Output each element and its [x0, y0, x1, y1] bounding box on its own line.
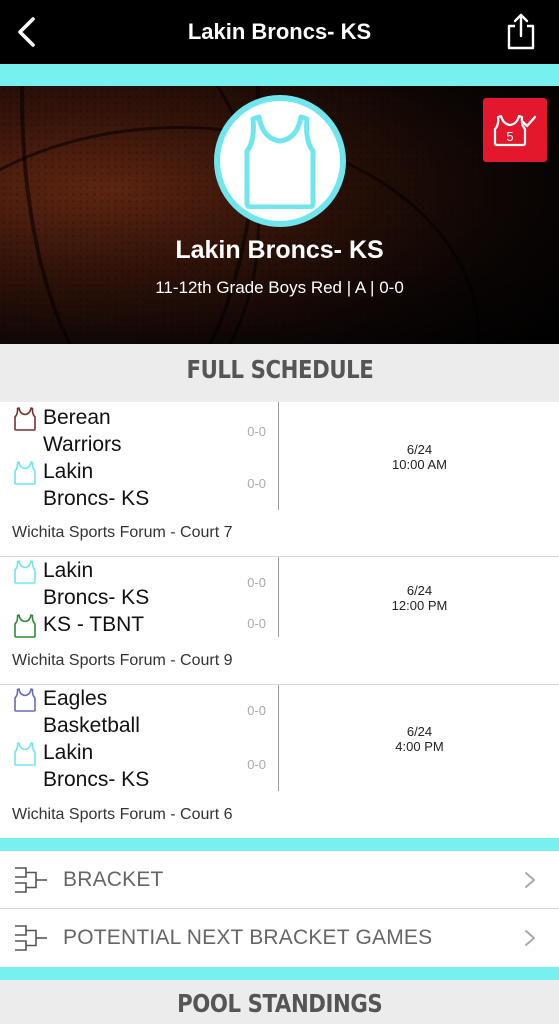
- game-date: 6/24: [406, 724, 433, 739]
- game-team-row[interactable]: Lakin Broncs- KS 0-0: [14, 739, 276, 795]
- divider: [278, 685, 279, 791]
- game-location: Wichita Sports Forum - Court 7: [12, 524, 233, 541]
- full-schedule-label: FULL SCHEDULE: [186, 355, 373, 384]
- game-team-row[interactable]: KS - TBNT 0-0: [14, 611, 276, 639]
- game-datetime: 6/24 4:00 PM: [280, 724, 559, 754]
- accent-strip: [0, 64, 559, 86]
- checkin-badge-button[interactable]: 5: [483, 98, 547, 162]
- jersey-icon: [14, 614, 36, 638]
- team-name: Lakin Broncs- KS: [175, 236, 384, 264]
- team-division: 11-12th Grade Boys Red | A | 0-0: [155, 278, 404, 297]
- team-score: 0-0: [247, 476, 266, 491]
- jersey-icon: [14, 407, 36, 431]
- team-name-text: Lakin Broncs- KS: [43, 460, 150, 510]
- chevron-right-icon: [525, 930, 535, 946]
- accent-strip: [0, 838, 559, 851]
- team-name-text: Lakin Broncs- KS: [43, 741, 150, 791]
- bracket-icon: [15, 867, 47, 893]
- game-card[interactable]: Berean Warriors 0-0 Lakin Broncs- KS 0-0…: [0, 402, 559, 557]
- game-time: 10:00 AM: [392, 457, 447, 472]
- team-score: 0-0: [247, 424, 266, 439]
- team-name-text: KS - TBNT: [43, 613, 145, 636]
- full-schedule-header: FULL SCHEDULE: [0, 344, 559, 402]
- chevron-right-icon: [525, 872, 535, 888]
- game-location: Wichita Sports Forum - Court 9: [12, 652, 233, 669]
- jersey-icon: [14, 560, 36, 584]
- share-button[interactable]: [503, 10, 539, 52]
- game-date: 6/24: [406, 583, 433, 598]
- team-name-text: Berean Warriors: [43, 406, 122, 456]
- pool-standings-header: POOL STANDINGS: [0, 980, 559, 1024]
- team-name-text: Eagles Basketball: [43, 687, 140, 737]
- game-location: Wichita Sports Forum - Court 6: [12, 806, 233, 823]
- game-team-row[interactable]: Lakin Broncs- KS 0-0: [14, 458, 276, 514]
- potential-games-label: POTENTIAL NEXT BRACKET GAMES: [63, 926, 433, 949]
- team-logo: [214, 95, 346, 227]
- game-team-row[interactable]: Lakin Broncs- KS 0-0: [14, 557, 276, 613]
- game-team-row[interactable]: Berean Warriors 0-0: [14, 404, 276, 460]
- jersey-icon: [14, 688, 36, 712]
- jersey-icon: [244, 114, 316, 209]
- jersey-check-icon: 5: [493, 114, 537, 147]
- game-date: 6/24: [406, 442, 433, 457]
- accent-strip: [0, 967, 559, 980]
- game-team-row[interactable]: Eagles Basketball 0-0: [14, 685, 276, 741]
- divider: [278, 402, 279, 510]
- pool-standings-label: POOL STANDINGS: [176, 989, 383, 1018]
- game-time: 12:00 PM: [391, 598, 448, 613]
- game-datetime: 6/24 12:00 PM: [280, 583, 559, 613]
- team-name-text: Lakin Broncs- KS: [43, 559, 150, 609]
- bracket-label: BRACKET: [63, 868, 164, 891]
- divider: [278, 557, 279, 637]
- game-datetime: 6/24 10:00 AM: [280, 442, 559, 472]
- bracket-row[interactable]: BRACKET: [0, 851, 559, 909]
- game-card[interactable]: Lakin Broncs- KS 0-0 KS - TBNT 0-0 6/24 …: [0, 557, 559, 685]
- game-card[interactable]: Eagles Basketball 0-0 Lakin Broncs- KS 0…: [0, 685, 559, 838]
- page-title: Lakin Broncs- KS: [187, 19, 372, 44]
- share-icon: [507, 13, 535, 50]
- game-time: 4:00 PM: [395, 739, 444, 754]
- jersey-icon: [14, 461, 36, 485]
- team-score: 0-0: [247, 757, 266, 772]
- team-score: 0-0: [247, 616, 266, 631]
- potential-games-row[interactable]: POTENTIAL NEXT BRACKET GAMES: [0, 909, 559, 967]
- team-score: 0-0: [247, 575, 266, 590]
- top-bar: Lakin Broncs- KS: [0, 0, 559, 64]
- jersey-icon: [14, 742, 36, 766]
- bracket-icon: [15, 925, 47, 951]
- badge-number: 5: [506, 129, 513, 144]
- team-score: 0-0: [247, 703, 266, 718]
